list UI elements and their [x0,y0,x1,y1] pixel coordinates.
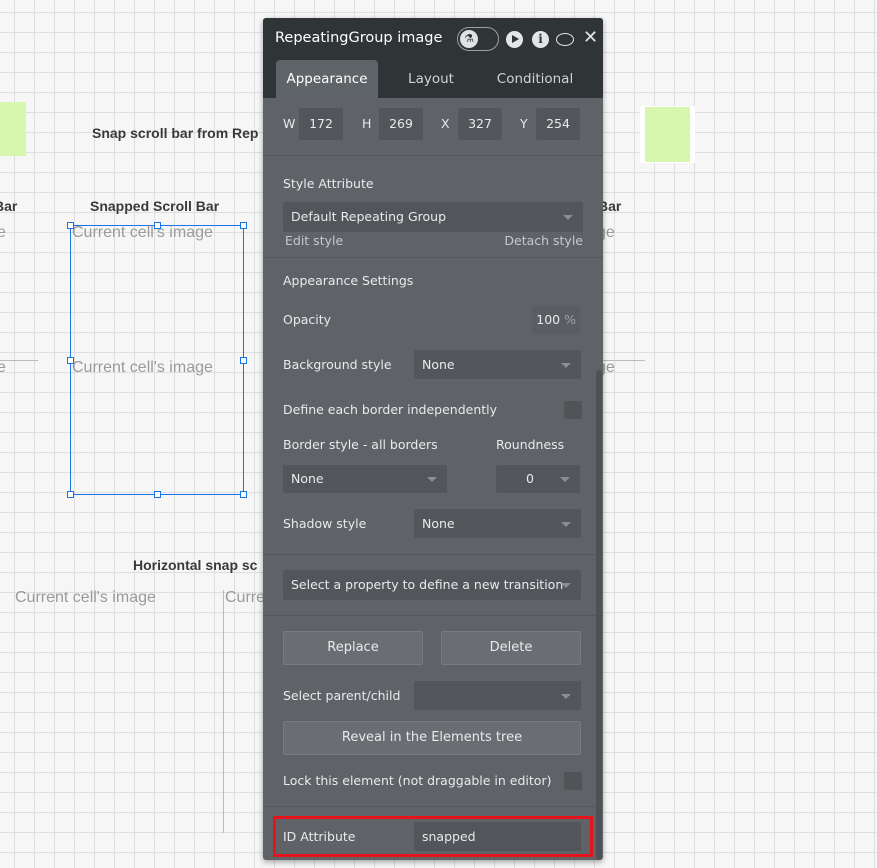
comment-icon[interactable] [556,33,574,46]
image-placeholder-right[interactable] [640,106,695,163]
resize-handle[interactable] [240,491,247,498]
id-attribute-input[interactable]: snapped [414,822,581,851]
background-style-label: Background style [283,357,392,372]
select-parent-dropdown[interactable] [414,681,581,710]
chevron-down-icon [561,583,571,588]
lock-element-checkbox[interactable] [564,772,582,790]
replace-button[interactable]: Replace [283,631,423,665]
opacity-unit: % [564,312,576,327]
resize-handle[interactable] [240,222,247,229]
cell-text: Current cell's image [15,589,156,606]
y-input[interactable]: 254 [536,108,580,140]
style-value: Default Repeating Group [291,209,447,224]
chevron-down-icon [560,477,570,482]
divider [263,554,603,555]
cell-text: Current cell's image [72,359,213,376]
shadow-style-value: None [422,516,455,531]
panel-title: RepeatingGroup image [275,30,443,46]
style-attribute-label: Style Attribute [283,176,374,191]
resize-handle[interactable] [154,491,161,498]
cell-text: Curre [225,589,266,606]
cell-text: e [0,359,6,376]
close-icon[interactable]: ✕ [583,27,598,48]
chevron-down-icon [561,362,571,368]
transition-placeholder: Select a property to define a new transi… [291,577,564,592]
define-borders-checkbox[interactable] [564,401,582,419]
chevron-down-icon [561,521,571,527]
play-icon[interactable] [506,31,523,48]
width-label: W [283,116,296,131]
height-input[interactable]: 269 [379,108,423,140]
delete-button[interactable]: Delete [441,631,581,665]
x-label: X [441,116,450,131]
cell-text: Current cell's image [72,224,213,241]
transition-dropdown[interactable]: Select a property to define a new transi… [283,570,581,600]
chevron-down-icon [427,477,437,482]
divider [263,257,603,258]
y-label: Y [520,116,528,131]
resize-handle[interactable] [67,222,74,229]
shadow-style-label: Shadow style [283,516,367,531]
resize-handle[interactable] [67,357,74,364]
height-label: H [362,116,372,131]
canvas-heading[interactable]: Horizontal snap sc [133,557,257,573]
tab-layout[interactable]: Layout [378,60,484,98]
info-icon[interactable]: i [532,31,549,48]
select-parent-label: Select parent/child [283,688,401,703]
style-dropdown[interactable]: Default Repeating Group [283,202,583,232]
opacity-input[interactable]: 100 % [532,306,580,334]
chevron-down-icon [563,215,573,220]
panel-scrollbar[interactable] [596,370,602,860]
chevron-down-icon [561,693,571,699]
define-borders-label: Define each border independently [283,402,498,417]
appearance-settings-heading: Appearance Settings [283,273,414,288]
divider [263,615,603,616]
x-input[interactable]: 327 [458,108,502,140]
image-placeholder-left[interactable] [0,102,26,156]
canvas-heading[interactable]: Snap scroll bar from Rep [92,125,258,141]
border-style-dropdown[interactable]: None [283,465,447,493]
divider-line [223,590,224,833]
roundness-dropdown[interactable]: 0 [496,465,580,493]
resize-handle[interactable] [240,357,247,364]
id-attribute-label: ID Attribute [283,829,356,844]
lock-element-label: Lock this element (not draggable in edit… [283,773,552,788]
background-style-dropdown[interactable]: None [414,350,581,379]
width-input[interactable]: 172 [299,108,343,140]
background-style-value: None [422,357,455,372]
selected-repeating-group[interactable]: Current cell's image Current cell's imag… [67,222,247,498]
roundness-value: 0 [526,471,534,486]
resize-handle[interactable] [154,222,161,229]
border-style-label: Border style - all borders [283,437,438,452]
tab-appearance[interactable]: Appearance [276,60,378,98]
reveal-elements-tree-button[interactable]: Reveal in the Elements tree [283,721,581,755]
edit-style-link[interactable]: Edit style [285,233,343,248]
tab-conditional[interactable]: Conditional [484,60,586,98]
divider-line [0,360,38,361]
shadow-style-dropdown[interactable]: None [414,509,581,538]
canvas-heading[interactable]: Snapped Scroll Bar [90,198,219,214]
detach-style-link[interactable]: Detach style [504,233,583,248]
roundness-label: Roundness [496,437,565,452]
opacity-label: Opacity [283,312,332,327]
divider [263,806,603,807]
opacity-value: 100 [536,312,561,327]
resize-handle[interactable] [67,491,74,498]
cell-text: e [0,224,6,241]
border-style-value: None [291,471,324,486]
divider [263,155,603,156]
property-editor-panel: RepeatingGroup image ⚗ i ✕ Appearance La… [263,18,603,860]
flask-toggle-icon[interactable]: ⚗ [457,27,499,51]
canvas-heading[interactable]: Bar [0,198,17,214]
